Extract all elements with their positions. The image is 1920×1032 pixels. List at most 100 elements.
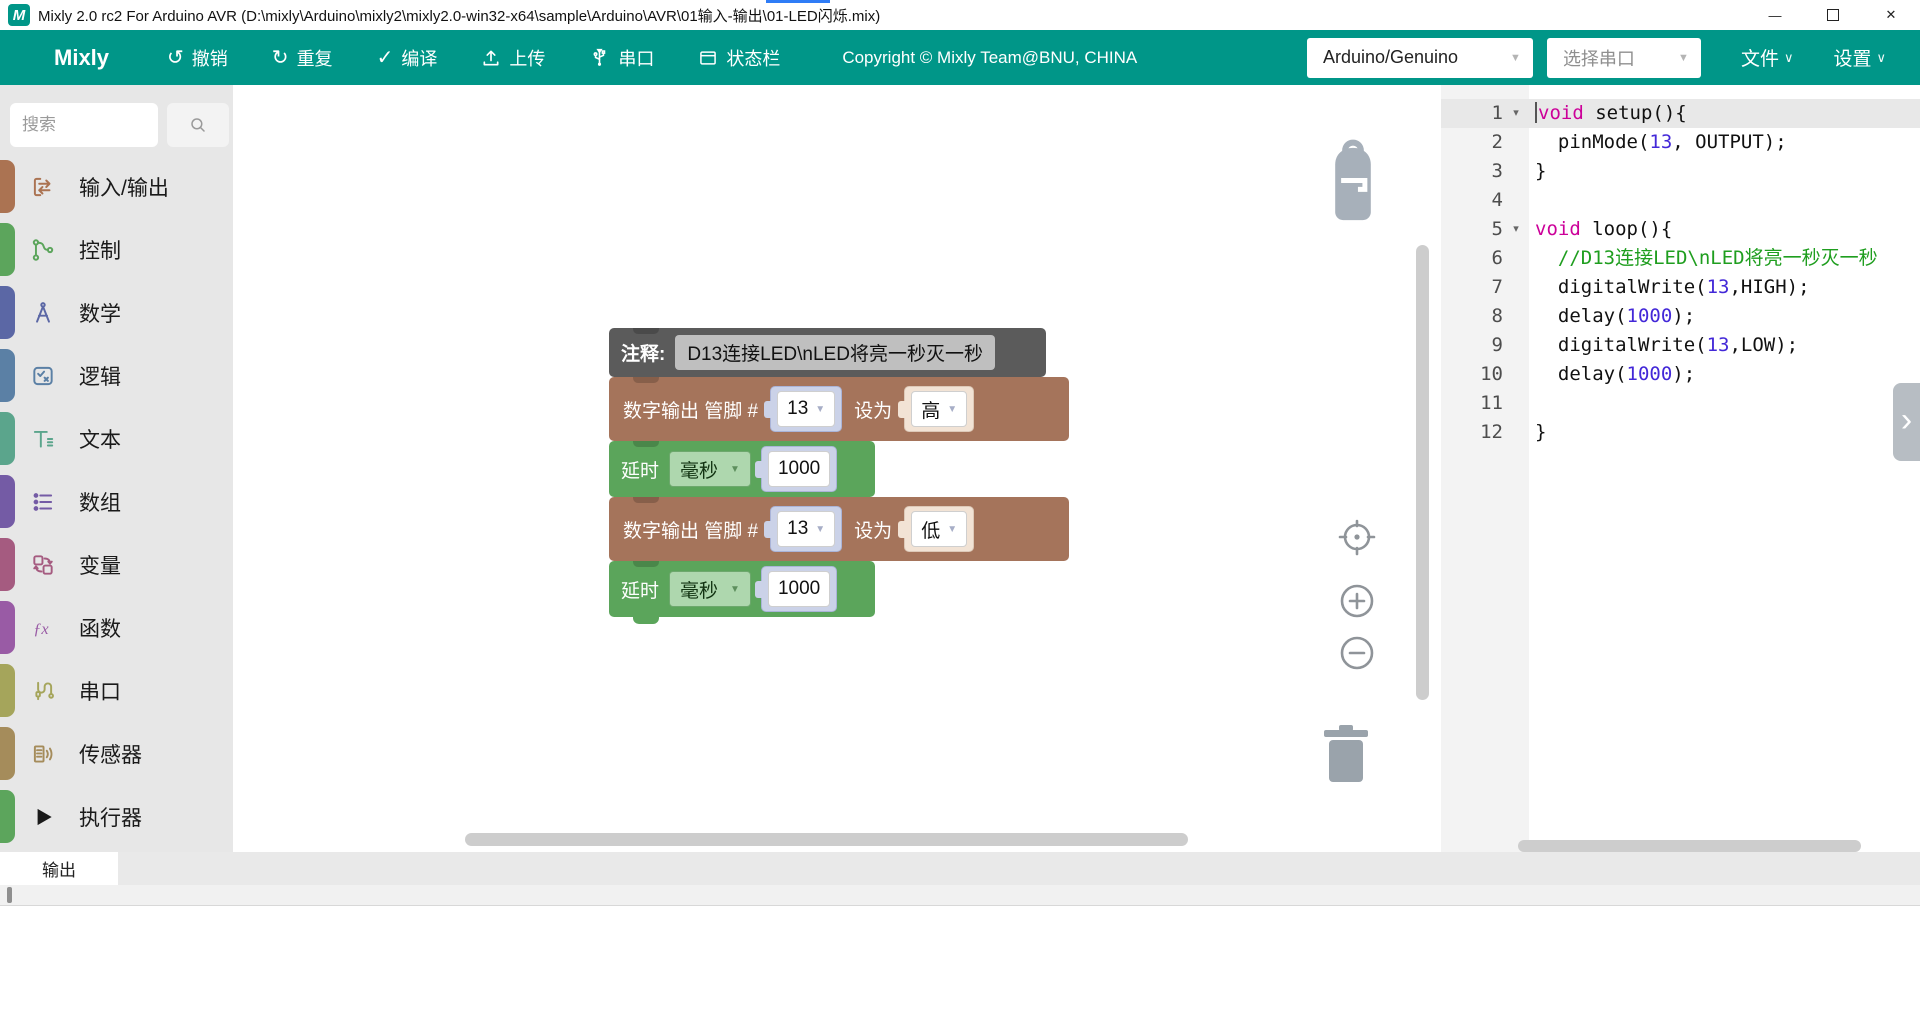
sidebar-item-logic[interactable]: 逻辑	[0, 344, 233, 407]
block-category-sidebar: 输入/输出 控制	[0, 85, 233, 852]
search-button[interactable]	[167, 103, 229, 147]
settings-menu[interactable]: 设置 ∨	[1833, 44, 1886, 71]
delay-ms-field[interactable]: 1000	[768, 451, 830, 487]
text-icon	[28, 426, 58, 452]
chevron-down-icon: ▼	[730, 464, 740, 475]
code-horizontal-scrollbar[interactable]	[1518, 840, 1861, 852]
sidebar-item-function[interactable]: ƒx 函数	[0, 596, 233, 659]
minimize-button[interactable]: —	[1746, 0, 1804, 30]
category-label: 数组	[79, 487, 121, 517]
level-dropdown[interactable]: 低 ▼	[911, 511, 967, 547]
sidebar-item-sensor[interactable]: 传感器	[0, 722, 233, 785]
logic-icon	[28, 363, 58, 389]
minimize-icon: —	[1769, 8, 1782, 23]
actuator-icon	[28, 804, 58, 830]
backpack-icon[interactable]	[1321, 133, 1385, 228]
delay-ms-value: 1000	[778, 458, 820, 480]
collapse-panel-button[interactable]: ›	[1893, 383, 1920, 461]
level-value-block[interactable]: 低 ▼	[904, 506, 974, 552]
zoom-in-button[interactable]	[1342, 586, 1372, 616]
tab-output[interactable]: 输出	[0, 852, 118, 885]
category-color-bar	[0, 790, 15, 843]
compile-button[interactable]: ✓ 编译	[377, 45, 438, 71]
category-label: 文本	[79, 424, 121, 454]
code-line: 1▾void setup(){	[1441, 99, 1920, 128]
serial-cable-icon	[28, 678, 58, 704]
category-label: 传感器	[79, 739, 142, 769]
delay-block-1[interactable]: 延时 毫秒 ▼ 1000	[609, 441, 875, 497]
delay-ms-block[interactable]: 1000	[761, 566, 837, 612]
maximize-button[interactable]	[1804, 0, 1862, 30]
main-toolbar: Mixly ↺ 撤销 ↻ 重复 ✓ 编译 上传	[0, 30, 1920, 85]
comment-text-field[interactable]: D13连接LED\nLED将亮一秒灭一秒	[675, 335, 995, 370]
sidebar-item-text[interactable]: 文本	[0, 407, 233, 470]
board-select[interactable]: Arduino/Genuino ▼	[1307, 38, 1533, 78]
category-label: 数学	[79, 298, 121, 328]
category-label: 函数	[79, 613, 121, 643]
file-menu[interactable]: 文件 ∨	[1741, 44, 1794, 71]
port-select[interactable]: 选择串口 ▼	[1547, 38, 1701, 78]
function-icon: ƒx	[28, 615, 58, 641]
delay-unit-value: 毫秒	[680, 456, 718, 483]
window-title: Mixly 2.0 rc2 For Arduino AVR (D:\mixly\…	[38, 5, 880, 26]
digital-write-prefix: 数字输出 管脚 #	[623, 516, 758, 543]
zoom-reset-button[interactable]	[1340, 521, 1374, 554]
main-area: 输入/输出 控制	[0, 85, 1920, 852]
serial-monitor-button[interactable]: 串口	[589, 45, 654, 71]
code-panel[interactable]: 1▾void setup(){2 pinMode(13, OUTPUT);3}4…	[1441, 85, 1920, 852]
statusbar-button[interactable]: 状态栏	[698, 45, 780, 71]
blockly-workspace[interactable]: 注释: D13连接LED\nLED将亮一秒灭一秒 数字输出 管脚 # 13 ▼ …	[233, 85, 1429, 852]
sidebar-item-io[interactable]: 输入/输出	[0, 155, 233, 218]
category-label: 变量	[79, 550, 121, 580]
search-icon	[189, 116, 207, 134]
output-console[interactable]	[0, 885, 1920, 1032]
maximize-icon	[1827, 9, 1839, 21]
pin-dropdown[interactable]: 13 ▼	[777, 391, 835, 427]
close-button[interactable]: ✕	[1862, 0, 1920, 30]
category-color-bar	[0, 223, 15, 276]
chevron-down-icon: ▼	[815, 524, 825, 535]
code-line: 10 delay(1000);	[1441, 360, 1920, 389]
mixly-logo-icon: M	[8, 4, 30, 26]
code-line: 3}	[1441, 157, 1920, 186]
sidebar-item-variable[interactable]: 变量	[0, 533, 233, 596]
sidebar-item-array[interactable]: 数组	[0, 470, 233, 533]
compile-label: 编译	[401, 45, 437, 71]
chevron-down-icon: ∨	[1876, 50, 1886, 66]
pin-number-block[interactable]: 13 ▼	[770, 386, 842, 432]
category-color-bar	[0, 538, 15, 591]
output-tab-label: 输出	[42, 856, 76, 881]
console-scrollbar-thumb[interactable]	[7, 887, 12, 903]
level-dropdown[interactable]: 高 ▼	[911, 391, 967, 427]
sidebar-item-math[interactable]: 数学	[0, 281, 233, 344]
undo-button[interactable]: ↺ 撤销	[167, 45, 228, 71]
delay-ms-block[interactable]: 1000	[761, 446, 837, 492]
sidebar-item-control[interactable]: 控制	[0, 218, 233, 281]
canvas-horizontal-scrollbar[interactable]	[465, 833, 1188, 846]
zoom-out-button[interactable]	[1342, 638, 1372, 668]
pin-dropdown[interactable]: 13 ▼	[777, 511, 835, 547]
comment-block[interactable]: 注释: D13连接LED\nLED将亮一秒灭一秒	[609, 328, 1046, 377]
category-color-bar	[0, 160, 15, 213]
level-value-block[interactable]: 高 ▼	[904, 386, 974, 432]
digital-write-block-low[interactable]: 数字输出 管脚 # 13 ▼ 设为 低 ▼	[609, 497, 1069, 561]
pin-number-block[interactable]: 13 ▼	[770, 506, 842, 552]
svg-text:ƒx: ƒx	[33, 619, 49, 637]
sidebar-item-serial[interactable]: 串口	[0, 659, 233, 722]
category-label: 输入/输出	[79, 172, 169, 202]
code-line: 4	[1441, 186, 1920, 215]
block-connector-bump	[633, 617, 659, 624]
sidebar-item-actuator[interactable]: 执行器	[0, 785, 233, 848]
category-color-bar	[0, 727, 15, 780]
trash-icon[interactable]	[1319, 723, 1373, 787]
delay-ms-field[interactable]: 1000	[768, 571, 830, 607]
digital-write-block-high[interactable]: 数字输出 管脚 # 13 ▼ 设为 高 ▼	[609, 377, 1069, 441]
delay-unit-dropdown[interactable]: 毫秒 ▼	[669, 571, 751, 607]
search-input[interactable]	[10, 103, 158, 147]
chevron-down-icon: ▼	[947, 404, 957, 415]
canvas-vertical-scrollbar[interactable]	[1416, 245, 1429, 700]
redo-button[interactable]: ↻ 重复	[272, 45, 333, 71]
delay-unit-dropdown[interactable]: 毫秒 ▼	[669, 451, 751, 487]
delay-block-2[interactable]: 延时 毫秒 ▼ 1000	[609, 561, 875, 617]
upload-button[interactable]: 上传	[481, 45, 545, 71]
